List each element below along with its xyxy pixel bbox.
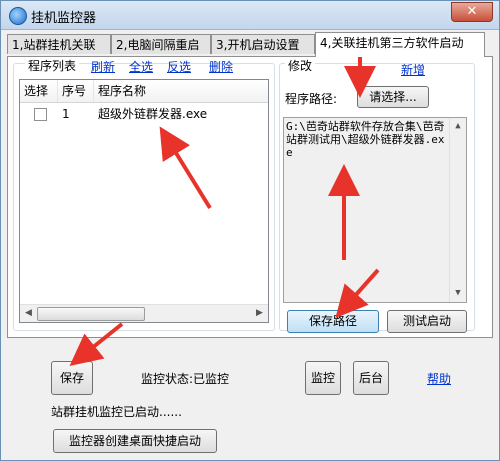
choose-path-button[interactable]: 请选择... [357, 86, 429, 108]
save-path-button[interactable]: 保存路径 [287, 310, 379, 333]
table-row[interactable]: 1 超级外链群发器.exe [20, 104, 268, 124]
program-path-label: 程序路径: [285, 92, 338, 106]
column-header-name[interactable]: 程序名称 [94, 80, 194, 102]
monitor-button[interactable]: 监控 [305, 361, 341, 395]
row-checkbox[interactable] [34, 108, 47, 121]
modify-title: 修改 [285, 57, 316, 74]
horizontal-scrollbar[interactable]: ◀ ▶ [20, 304, 268, 322]
scroll-right-icon[interactable]: ▶ [251, 305, 268, 322]
program-list-title: 程序列表 [25, 57, 80, 74]
tab-startup-settings[interactable]: 3,开机启动设置 [211, 34, 315, 54]
save-button[interactable]: 保存 [51, 361, 93, 395]
scroll-thumb[interactable] [37, 307, 145, 321]
select-all-link[interactable]: 全选 [129, 58, 153, 75]
app-icon [9, 7, 27, 25]
monitor-status-text: 监控状态:已监控 [141, 372, 230, 386]
window-title: 挂机监控器 [31, 11, 97, 26]
add-new-link[interactable]: 新增 [401, 61, 425, 78]
main-window: 挂机监控器 ✕ 1,站群挂机关联 2,电脑间隔重启 3,开机启动设置 4,关联挂… [0, 0, 500, 461]
close-button[interactable]: ✕ [451, 2, 493, 22]
scroll-down-icon[interactable]: ▼ [450, 285, 466, 302]
row-index: 1 [62, 107, 70, 121]
tab-third-party-launch[interactable]: 4,关联挂机第三方软件启动 [315, 32, 485, 57]
tab-interval-restart[interactable]: 2,电脑间隔重启 [111, 34, 211, 54]
program-path-text: G:\芭奇站群软件存放合集\芭奇站群测试用\超级外链群发器.exe [286, 120, 445, 159]
program-path-display[interactable]: G:\芭奇站群软件存放合集\芭奇站群测试用\超级外链群发器.exe ▲ ▼ [283, 117, 467, 303]
help-link[interactable]: 帮助 [427, 370, 451, 387]
tab-site-group-link[interactable]: 1,站群挂机关联 [7, 34, 111, 54]
refresh-link[interactable]: 刷新 [91, 58, 115, 75]
list-header: 选择 序号 程序名称 [20, 80, 268, 103]
delete-link[interactable]: 删除 [209, 58, 233, 75]
scroll-left-icon[interactable]: ◀ [20, 305, 37, 322]
background-button[interactable]: 后台 [353, 361, 389, 395]
row-program-name: 超级外链群发器.exe [98, 107, 208, 121]
vertical-scrollbar[interactable]: ▲ ▼ [449, 118, 466, 302]
scroll-up-icon[interactable]: ▲ [450, 118, 466, 135]
column-header-select[interactable]: 选择 [20, 80, 58, 102]
test-start-button[interactable]: 测试启动 [387, 310, 467, 333]
column-header-index[interactable]: 序号 [58, 80, 94, 102]
title-bar: 挂机监控器 ✕ [1, 1, 499, 30]
create-shortcut-button[interactable]: 监控器创建桌面快捷启动 [53, 429, 217, 453]
status-message: 站群挂机监控已启动...... [51, 405, 182, 419]
invert-selection-link[interactable]: 反选 [167, 58, 191, 75]
program-list[interactable]: 选择 序号 程序名称 1 超级外链群发器.exe ◀ ▶ [19, 79, 269, 323]
